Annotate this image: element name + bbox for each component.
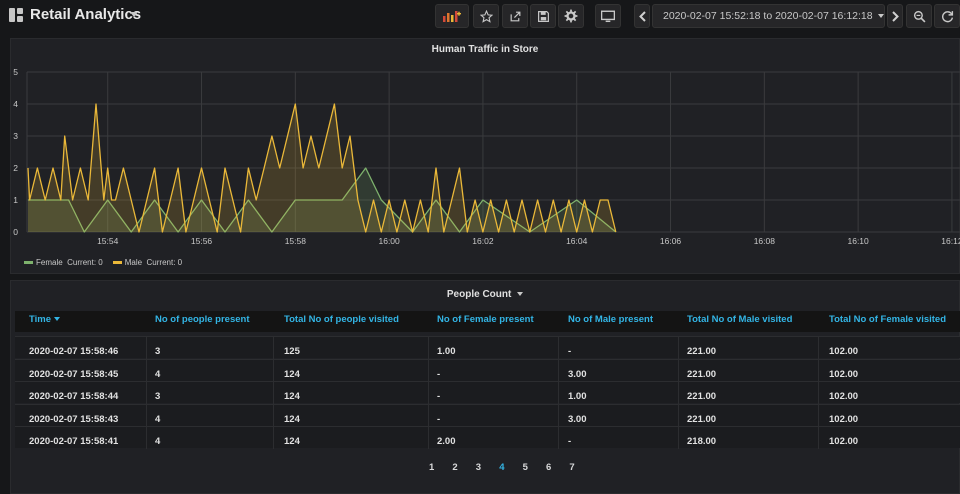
table-cell: 2020-02-07 15:58:43 — [29, 413, 119, 425]
legend-current: Current: 0 — [146, 258, 183, 267]
legend-label: Female — [36, 258, 63, 267]
legend-swatch — [24, 261, 33, 265]
table-cell: 221.00 — [687, 346, 717, 357]
y-tick-label: 2 — [13, 163, 18, 173]
column-divider — [818, 336, 819, 449]
graph-legend: Female Current: 0 Male Current: 0 — [24, 258, 182, 267]
table-cell: 221.00 — [687, 391, 717, 403]
table-cell: 221.00 — [687, 368, 717, 380]
table-cell: 4 — [155, 436, 161, 448]
table-cell: 124 — [284, 391, 300, 403]
sort-desc-icon — [54, 317, 61, 322]
table-cell: 221.00 — [687, 413, 717, 425]
table-cell: 2020-02-07 15:58:46 — [29, 346, 119, 357]
table-cell: 218.00 — [687, 436, 717, 448]
column-divider — [273, 336, 274, 449]
x-tick-label: 15:54 — [97, 236, 119, 246]
y-tick-label: 3 — [13, 131, 18, 141]
table-cell: 124 — [284, 436, 300, 448]
table-cell: 4 — [155, 413, 161, 425]
table-cell: 3.00 — [568, 413, 587, 425]
table-cell: 3 — [155, 391, 161, 403]
x-tick-label: 16:04 — [566, 236, 588, 246]
x-tick-label: 16:10 — [847, 236, 869, 246]
table-title-label: People Count — [446, 289, 512, 300]
column-header[interactable]: Total No of Female visited — [829, 314, 946, 325]
column-header[interactable]: No of Male present — [568, 314, 653, 325]
legend-label: Male — [124, 258, 143, 267]
x-tick-label: 15:56 — [191, 236, 213, 246]
table-cell: 102.00 — [829, 391, 859, 403]
table-cell: 102.00 — [829, 436, 859, 448]
column-divider — [146, 336, 147, 449]
x-tick-label: 16:00 — [378, 236, 400, 246]
table-cell: 124 — [284, 413, 300, 425]
table-cell: 2.00 — [437, 436, 456, 448]
table-cell: 102.00 — [829, 413, 859, 425]
column-header[interactable]: No of Female present — [437, 314, 534, 325]
table-panel-title[interactable]: People Count — [11, 289, 959, 300]
table-cell: 2020-02-07 15:58:44 — [29, 391, 119, 403]
pagination-page[interactable]: 5 — [523, 462, 528, 473]
legend-item-female[interactable]: Female Current: 0 — [24, 258, 103, 267]
x-tick-label: 16:12 — [941, 236, 960, 246]
traffic-chart: 0 1 2 3 4 5 15:54 15:56 15:58 16:00 16:02 16:04 16:… — [13, 67, 960, 246]
column-header[interactable]: Total No of people visited — [284, 314, 399, 325]
x-tick-label: 16:02 — [472, 236, 494, 246]
pagination-page[interactable]: 4 — [499, 462, 504, 473]
pagination-page[interactable]: 1 — [429, 462, 434, 473]
legend-current: Current: 0 — [67, 258, 103, 267]
pagination-page[interactable]: 2 — [452, 462, 457, 473]
y-tick-label: 0 — [13, 227, 18, 237]
column-divider — [678, 336, 679, 449]
y-tick-label: 5 — [13, 67, 18, 77]
table-cell: 2020-02-07 15:58:45 — [29, 368, 119, 380]
column-header[interactable]: No of people present — [155, 314, 249, 325]
y-tick-label: 4 — [13, 99, 18, 109]
pagination-page[interactable]: 6 — [546, 462, 551, 473]
x-tick-label: 15:58 — [285, 236, 307, 246]
table-cell: 1.00 — [568, 391, 587, 403]
table-cell: - — [437, 391, 441, 403]
chevron-down-icon — [517, 292, 524, 297]
table-cell: - — [437, 413, 441, 425]
table-cell: 4 — [155, 368, 161, 380]
table-cell: 102.00 — [829, 346, 859, 357]
pagination-page[interactable]: 7 — [569, 462, 574, 473]
table-cell: - — [568, 436, 572, 448]
table-cell: 3 — [155, 346, 161, 357]
column-header[interactable]: Total No of Male visited — [687, 314, 792, 325]
table-cell: 124 — [284, 368, 300, 380]
table-cell: 2020-02-07 15:58:41 — [29, 436, 119, 448]
table-cell: 3.00 — [568, 368, 587, 380]
table-cell: 125 — [284, 346, 300, 357]
x-tick-label: 16:06 — [660, 236, 682, 246]
legend-item-male[interactable]: Male Current: 0 — [112, 258, 183, 267]
x-tick-label: 16:08 — [754, 236, 776, 246]
table-cell: - — [568, 346, 572, 357]
y-tick-label: 1 — [13, 195, 18, 205]
table-cell: 1.00 — [437, 346, 456, 357]
column-divider — [558, 336, 559, 449]
column-header[interactable]: Time — [29, 314, 61, 325]
column-divider — [428, 336, 429, 449]
table-cell: - — [437, 368, 441, 380]
pagination-page[interactable]: 3 — [476, 462, 481, 473]
legend-swatch — [112, 261, 122, 265]
table-cell: 102.00 — [829, 368, 859, 380]
